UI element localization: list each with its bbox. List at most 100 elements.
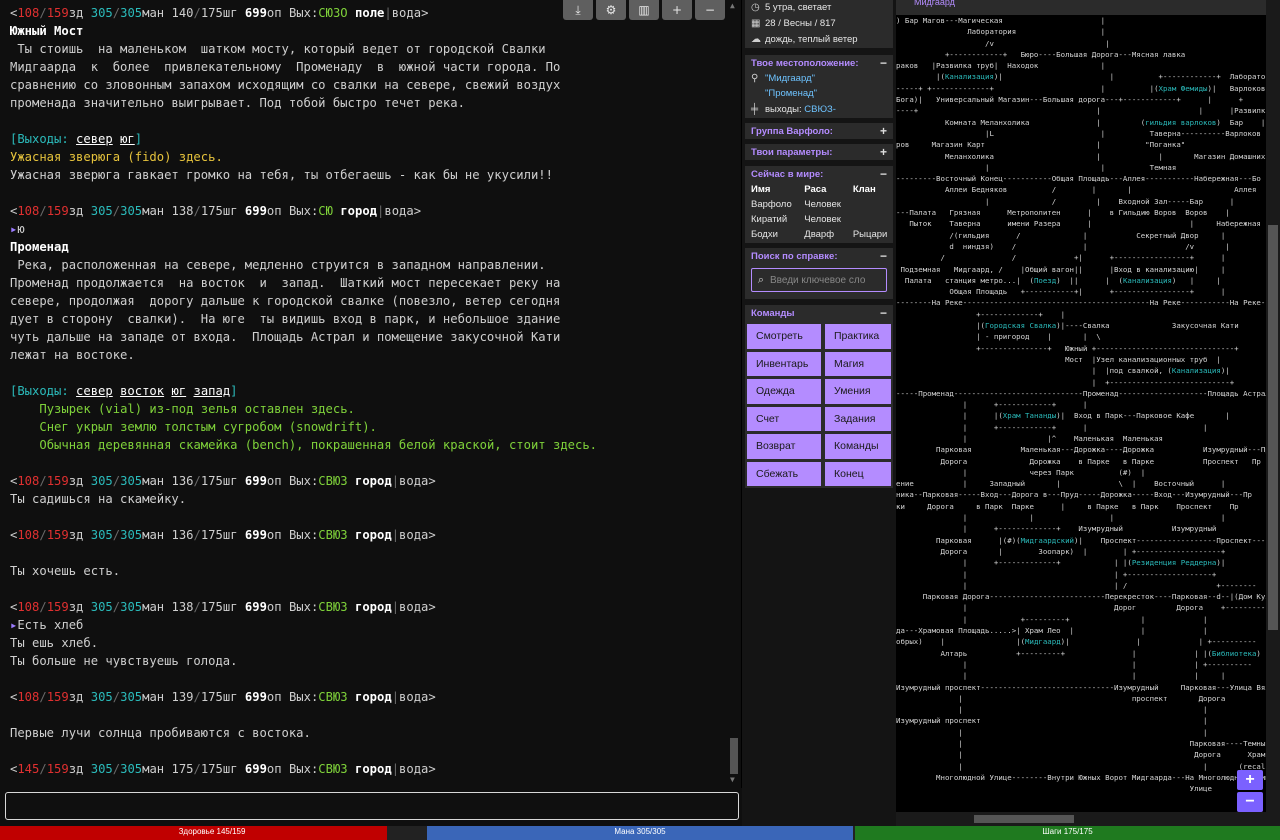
command-button-quit[interactable]: Конец	[825, 461, 891, 486]
area-link[interactable]: "Мидгаард"	[765, 73, 815, 84]
map-line: Общая Площадь +-----------+| +----------…	[896, 287, 1226, 297]
collapse-icon[interactable]: −	[880, 306, 887, 320]
collapse-icon[interactable]: −	[880, 249, 887, 263]
command-input[interactable]	[5, 792, 739, 820]
gear-icon[interactable]: ⚙	[596, 0, 626, 20]
input-area	[0, 788, 742, 826]
map-line: | +------------+ |	[896, 400, 1088, 410]
exit-link-south[interactable]: юг	[171, 384, 186, 398]
prompt-line: <108/159зд 305/305ман 138/175шг 699оп Вы…	[10, 204, 422, 218]
map-line: | | Темная	[896, 162, 1177, 172]
command-button-equipment[interactable]: Одежда	[747, 379, 821, 404]
collapse-icon[interactable]: −	[880, 56, 887, 70]
map-line: Палата станция метро...| (Поезд) || | (К…	[896, 275, 1221, 285]
map-line: | |^ Маленькая Маленькая	[896, 433, 1163, 443]
room-exits: [Выходы: север юг]	[10, 132, 143, 146]
map-line: Меланхолика | | Магазин Домашних Живот	[896, 151, 1266, 161]
exit-link-west[interactable]: запад	[193, 384, 230, 398]
command-button-commands[interactable]: Команды	[825, 434, 891, 459]
command-button-look[interactable]: Смотреть	[747, 324, 821, 349]
scroll-up-icon[interactable]: ▲	[730, 2, 738, 10]
map-line: | | (recal	[896, 761, 1266, 771]
scrollbar-thumb[interactable]	[974, 815, 1074, 823]
params-card: Твои параметры: +	[745, 144, 893, 160]
map-line: | проспект Дорога	[896, 693, 1226, 703]
map-line: | |	[896, 727, 1208, 737]
map-horizontal-scrollbar[interactable]	[896, 812, 1266, 826]
map-line: Парковая Дорога-------------------------…	[896, 592, 1266, 602]
exit-link-north[interactable]: север	[76, 132, 113, 146]
prompt-line: <108/159зд 305/305ман 136/175шг 699оп Вы…	[10, 474, 436, 488]
object-line: Пузырек (vial) из-под зелья оставлен зде…	[39, 402, 355, 416]
who-online-card: Сейчас в мире: − Имя Раса Клан Варфоло Че…	[745, 166, 893, 243]
command-button-practice[interactable]: Практика	[825, 324, 891, 349]
map-icon[interactable]: ▥	[629, 0, 659, 20]
mana-bar: Мана 305/305	[427, 826, 853, 840]
map-line: Парковая Маленькая---Дорожка----Дорожка …	[896, 445, 1266, 455]
object-line: Обычная деревянная скамейка (bench), пок…	[39, 438, 598, 452]
message-line: Ты больше не чувствуешь голода.	[10, 654, 238, 668]
map-line: | | / +--------	[896, 580, 1257, 590]
map-line: да---Храмовая Площадь.....>| Храм Лео | …	[896, 626, 1208, 636]
room-desc-line: променада значительно выигрывает. Под то…	[10, 96, 465, 110]
help-search-card: Поиск по справке: − ⌕	[745, 248, 893, 299]
map-line: Пыток Таверна имени Разера | | Набережна…	[896, 219, 1261, 229]
scrollbar-thumb[interactable]	[730, 738, 738, 774]
map-line: | / | Входной Зал-----Бар |	[896, 196, 1235, 206]
map-line: | +-------------+ Изумрудный Изумрудный	[896, 524, 1217, 534]
map-line: раков |Развилка труб| Находок |	[896, 61, 1106, 71]
table-row: Бодхи Дварф Рыцари	[751, 229, 888, 240]
clock-icon: ◷	[751, 2, 760, 13]
command-button-recall[interactable]: Возврат	[747, 434, 821, 459]
map-line: | - пригород | | \	[896, 332, 1101, 342]
map-line: d ниндзя) / | /v |	[896, 241, 1230, 251]
scrollbar-thumb[interactable]	[1268, 225, 1278, 630]
table-row: Киратий Человек	[751, 214, 841, 225]
map-line: +-------------+ |	[896, 309, 1066, 319]
help-search-input[interactable]	[770, 274, 882, 286]
map-line: Алтарь +---------+ | | |(Библиотека)	[896, 648, 1261, 658]
map-line: /(гильдия / | Секретный Двор |	[896, 230, 1226, 240]
command-button-magic[interactable]: Магия	[825, 351, 891, 376]
echo-command: ▸ю	[10, 222, 25, 236]
command-button-skills[interactable]: Умения	[825, 379, 891, 404]
help-search-box: ⌕	[751, 268, 887, 292]
message-line: Ты садишься на скамейку.	[10, 492, 187, 506]
map-vertical-scrollbar[interactable]	[1266, 0, 1280, 826]
room-link[interactable]: "Променад"	[765, 88, 817, 99]
command-button-flee[interactable]: Сбежать	[747, 461, 821, 486]
area-map[interactable]: Мидгаард ) Бар Магов---Магическая | (гил…	[896, 0, 1266, 812]
column-header: Раса	[804, 184, 827, 195]
exit-link-north[interactable]: север	[76, 384, 113, 398]
command-button-quests[interactable]: Задания	[825, 406, 891, 431]
terminal-scrollbar[interactable]: ▲ ▼	[727, 0, 741, 788]
download-icon[interactable]: ⤓	[563, 0, 593, 20]
map-line: | |под свалкой, (Канализация)|	[896, 366, 1230, 376]
map-line: ника--Парковая-----Вход---Дорога в---Пру…	[896, 490, 1252, 500]
map-zoom-out-button[interactable]: −	[1237, 792, 1263, 812]
map-line: -----Променад---------------------------…	[896, 388, 1266, 398]
column-header: Имя	[751, 184, 771, 195]
scroll-down-icon[interactable]: ▼	[730, 776, 738, 784]
expand-icon[interactable]: +	[880, 124, 887, 138]
command-button-score[interactable]: Счет	[747, 406, 821, 431]
minus-icon[interactable]: −	[695, 0, 725, 20]
room-desc-line: севере, продолжая дорогу дальше к городс…	[10, 294, 561, 308]
map-line: | +-------------+ | |(Резиденция Реддерн…	[896, 558, 1226, 568]
map-zoom-in-button[interactable]: +	[1237, 770, 1263, 790]
expand-icon[interactable]: +	[880, 145, 887, 159]
exit-link-east[interactable]: восток	[120, 384, 164, 398]
map-line: +------------+ Бюро----Большая Дорога---…	[896, 49, 1186, 59]
exit-link-south[interactable]: юг	[120, 132, 135, 146]
collapse-icon[interactable]: −	[880, 167, 887, 181]
map-line: Комната Меланхолика | (гильдия варлоков)…	[896, 117, 1266, 127]
moves-bar: Шаги 175/175	[855, 826, 1280, 840]
map-line: /v |	[896, 38, 1110, 48]
map-line: ---------Восточный Конец-----------Общая…	[896, 174, 1261, 184]
plus-icon[interactable]: +	[662, 0, 692, 20]
map-line: --------На Реке-------------------------…	[896, 298, 1266, 308]
command-button-inventory[interactable]: Инвентарь	[747, 351, 821, 376]
map-line: +---------------+ Южный +---------------…	[896, 343, 1239, 353]
health-label: Здоровье 145/159	[178, 827, 246, 836]
mob-action: Ужасная зверюга гавкает громко на тебя, …	[10, 168, 553, 182]
